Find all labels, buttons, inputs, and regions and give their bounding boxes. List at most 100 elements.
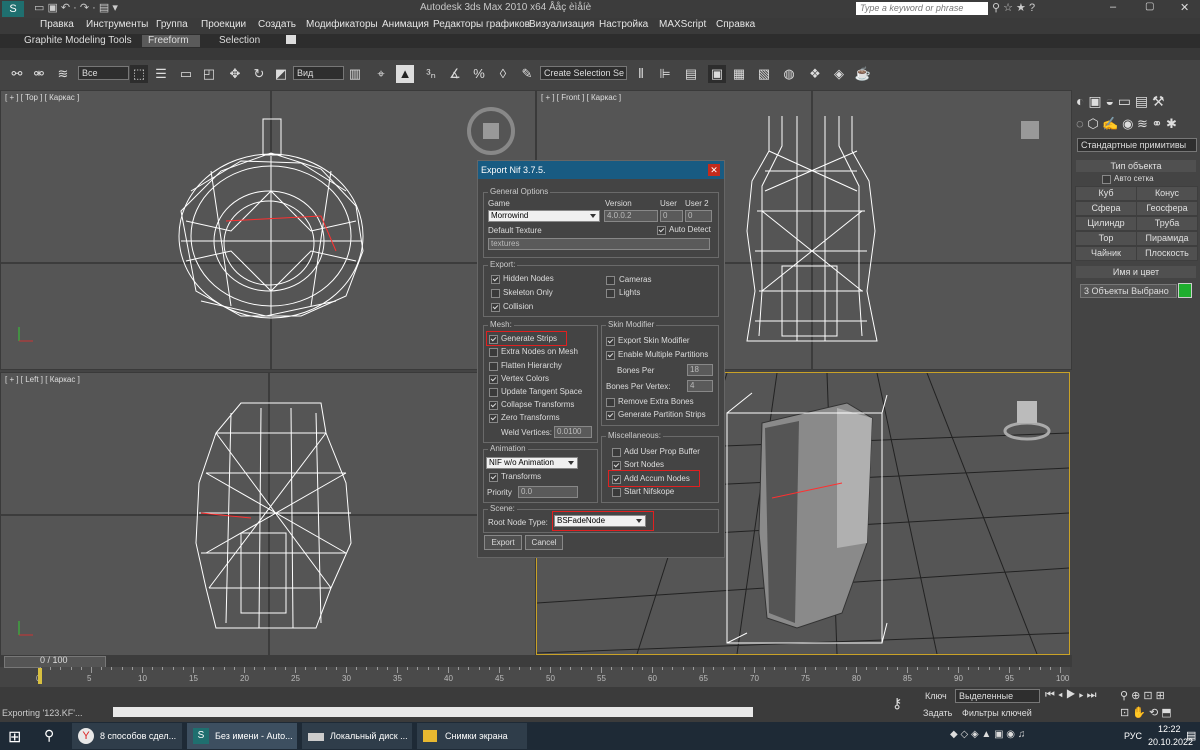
view-nav-icons[interactable]: ⚲ ⊕ ⊡ ⊞: [1120, 689, 1165, 702]
menu-item[interactable]: Настройка: [599, 19, 648, 30]
selection-filter-select[interactable]: Все: [78, 66, 129, 80]
angle-snap-icon[interactable]: ∡: [446, 65, 464, 83]
menu-item[interactable]: Справка: [716, 19, 755, 30]
key-mode-select[interactable]: Выделенные: [955, 689, 1040, 703]
priority-field[interactable]: 0.0: [518, 486, 578, 498]
multi-partitions-checkbox[interactable]: [606, 351, 615, 360]
ribbon-toggle-icon[interactable]: [286, 35, 296, 44]
keyboard-shortcut-icon[interactable]: ▲: [396, 65, 414, 83]
export-skin-checkbox[interactable]: [606, 337, 615, 346]
auto-detect-checkbox[interactable]: [657, 226, 666, 235]
maximize-button[interactable]: ▢: [1145, 1, 1154, 12]
tab-selection[interactable]: Selection: [213, 35, 266, 47]
menu-item[interactable]: Проекции: [201, 19, 246, 30]
key-icon[interactable]: ⚷: [892, 695, 902, 712]
autogrid-checkbox[interactable]: [1102, 175, 1111, 184]
weld-vertices-field[interactable]: 0.0100: [554, 426, 592, 438]
current-frame-marker[interactable]: [38, 668, 42, 684]
primitive-category-select[interactable]: Стандартные примитивы: [1077, 138, 1197, 152]
ref-coord-select[interactable]: Вид: [293, 66, 344, 80]
tray-icons[interactable]: ◆ ◇ ◈ ▲ ▣ ◉ ♫: [950, 729, 1025, 740]
sphere-button[interactable]: Сфера: [1075, 201, 1137, 216]
search-icons[interactable]: ⚲ ☆ ★ ?: [992, 1, 1035, 14]
time-slider[interactable]: 0 / 100: [0, 655, 1072, 668]
rollout-object-type[interactable]: Тип объекта: [1076, 160, 1196, 172]
move-icon[interactable]: ✥: [226, 65, 244, 83]
set-key-label[interactable]: Задать: [923, 708, 952, 718]
render-icon[interactable]: ☕: [854, 65, 872, 83]
select-by-name-icon[interactable]: ☰: [152, 65, 170, 83]
tab-freeform[interactable]: Freeform: [142, 35, 200, 47]
rotate-icon[interactable]: ↻: [250, 65, 268, 83]
version-field[interactable]: 4.0.0.2: [604, 210, 658, 222]
flatten-hierarchy-checkbox[interactable]: [489, 362, 498, 371]
material-editor-icon[interactable]: ◍: [780, 65, 798, 83]
menu-item[interactable]: Визуализация: [529, 19, 594, 30]
collapse-transforms-checkbox[interactable]: [489, 401, 498, 410]
extra-nodes-checkbox[interactable]: [489, 348, 498, 357]
unlink-icon[interactable]: ⚮: [30, 65, 48, 83]
rect-region-icon[interactable]: ▭: [177, 65, 195, 83]
align-icon[interactable]: ⊫: [656, 65, 674, 83]
key-filters-button[interactable]: Фильтры ключей: [962, 708, 1032, 718]
zero-transforms-checkbox[interactable]: [489, 414, 498, 423]
menu-item[interactable]: Инструменты: [86, 19, 148, 30]
dialog-close-button[interactable]: ✕: [708, 164, 720, 176]
object-color-swatch[interactable]: [1178, 283, 1192, 298]
graphite-toggle-icon[interactable]: ▣: [708, 65, 726, 83]
link-icon[interactable]: ⚯: [8, 65, 26, 83]
animation-type-select[interactable]: NIF w/o Animation: [486, 457, 578, 469]
cameras-checkbox[interactable]: [606, 276, 615, 285]
scale-icon[interactable]: ◩: [272, 65, 290, 83]
render-frame-icon[interactable]: ◈: [830, 65, 848, 83]
menu-item[interactable]: Группа: [156, 19, 188, 30]
update-tangent-checkbox[interactable]: [489, 388, 498, 397]
mirror-icon[interactable]: ⫴: [632, 65, 650, 83]
remove-extra-bones-checkbox[interactable]: [606, 398, 615, 407]
tab-graphite[interactable]: Graphite Modeling Tools: [18, 35, 138, 47]
task-3dsmax[interactable]: S Без имени - Auto...: [187, 723, 297, 749]
bones-per-field[interactable]: 18: [687, 364, 713, 376]
default-texture-field[interactable]: textures: [488, 238, 710, 250]
task-screenshots[interactable]: Снимки экрана: [417, 723, 527, 749]
pyramid-button[interactable]: Пирамида: [1136, 231, 1198, 246]
export-button[interactable]: Export: [484, 535, 522, 550]
snap-icon[interactable]: ³ₙ: [422, 65, 440, 83]
plane-button[interactable]: Плоскость: [1136, 246, 1198, 261]
cylinder-button[interactable]: Цилиндр: [1075, 216, 1137, 231]
viewport-left[interactable]: [ + ] [ Left ] [ Каркас ]: [0, 372, 536, 657]
menu-item[interactable]: Создать: [258, 19, 296, 30]
hidden-nodes-checkbox[interactable]: [491, 275, 500, 284]
named-selection-select[interactable]: Create Selection Se: [540, 66, 627, 80]
game-select[interactable]: Morrowind: [488, 210, 600, 222]
menu-item[interactable]: Редакторы графиков: [433, 19, 530, 30]
curve-editor-icon[interactable]: ▦: [730, 65, 748, 83]
vertex-colors-checkbox[interactable]: [489, 375, 498, 384]
menu-item[interactable]: MAXScript: [659, 19, 706, 30]
close-button[interactable]: ✕: [1180, 1, 1189, 14]
user2-field[interactable]: 0: [685, 210, 712, 222]
clock-time[interactable]: 12:22: [1158, 724, 1181, 734]
skeleton-only-checkbox[interactable]: [491, 289, 500, 298]
collision-checkbox[interactable]: [491, 303, 500, 312]
task-browser[interactable]: Y 8 способов сдел...: [72, 723, 182, 749]
create-category-icons[interactable]: ◌ ⬡ ✍ ◉ ≋ ⚭ ✱: [1076, 116, 1177, 132]
sort-nodes-checkbox[interactable]: [612, 461, 621, 470]
lights-checkbox[interactable]: [606, 289, 615, 298]
schematic-icon[interactable]: ▧: [755, 65, 773, 83]
app-logo-icon[interactable]: S: [2, 1, 24, 17]
rollout-name-color[interactable]: Имя и цвет: [1076, 266, 1196, 278]
viewport-top[interactable]: [ + ] [ Top ] [ Каркас ]: [0, 90, 536, 370]
window-crossing-icon[interactable]: ◰: [200, 65, 218, 83]
panel-tab-icons[interactable]: ◐ ▣ ◒ ▭ ▤ ⚒: [1076, 93, 1165, 110]
user-prop-buffer-checkbox[interactable]: [612, 448, 621, 457]
cone-button[interactable]: Конус: [1136, 186, 1198, 201]
task-explorer-disk[interactable]: Локальный диск ...: [302, 723, 412, 749]
quick-access-icons[interactable]: ▭ ▣ ↶ · ↷ · ▤ ▾: [34, 1, 118, 14]
minimize-button[interactable]: –: [1110, 1, 1116, 13]
menu-item[interactable]: Правка: [40, 19, 74, 30]
bones-per-vertex-field[interactable]: 4: [687, 380, 713, 392]
menu-item[interactable]: Анимация: [382, 19, 429, 30]
cancel-button[interactable]: Cancel: [525, 535, 563, 550]
pivot-icon[interactable]: ▥: [346, 65, 364, 83]
